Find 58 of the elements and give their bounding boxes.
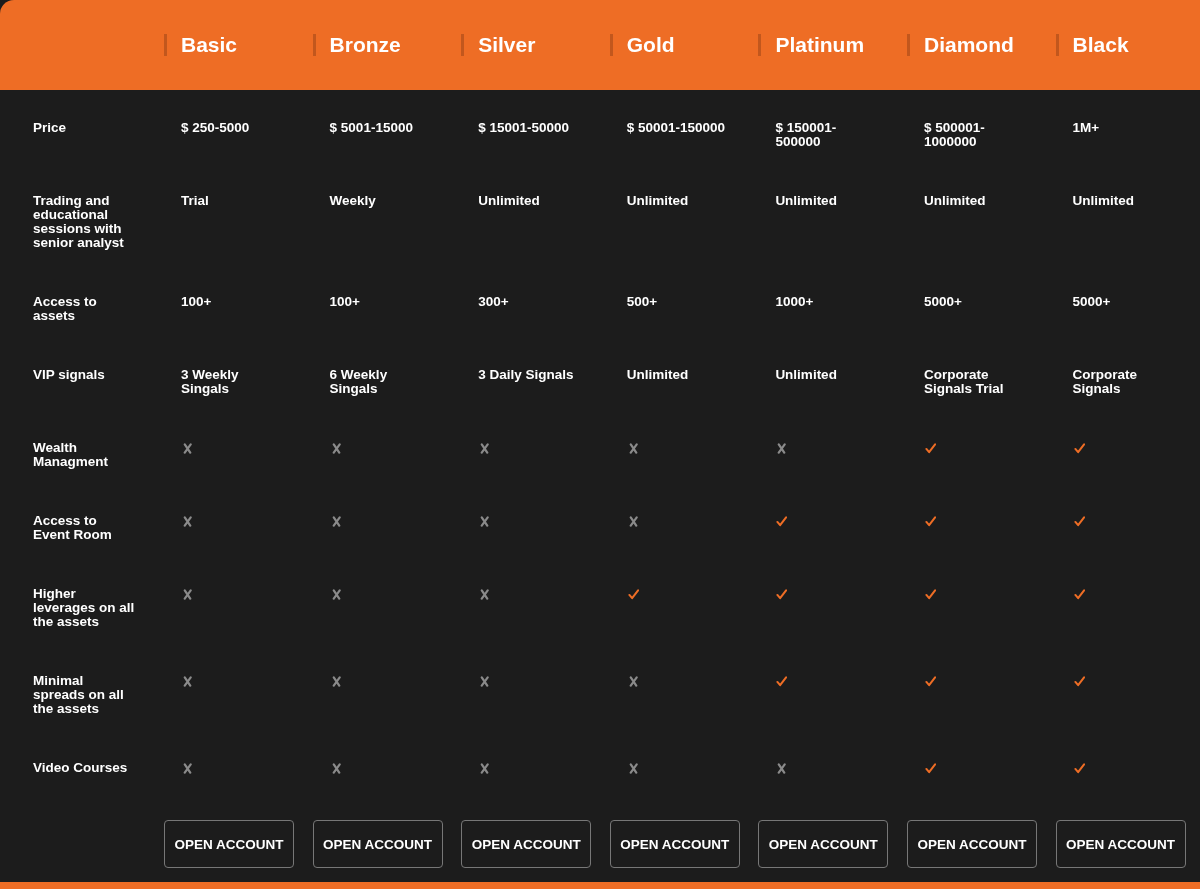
table-cell-text: 5000+	[1071, 295, 1112, 311]
table-cell-text: Unlimited	[774, 368, 838, 384]
separator	[164, 34, 167, 56]
separator	[1055, 34, 1059, 56]
table-cell-text: 3 Daily Signals	[477, 368, 575, 384]
open-account-button[interactable]: OPEN ACCOUNT	[758, 820, 889, 868]
row-label: Wealth Managment	[32, 441, 109, 471]
table-cell-text: Unlimited	[1071, 194, 1136, 210]
table-cell-text: 1M+	[1071, 121, 1101, 137]
open-account-button[interactable]: OPEN ACCOUNT	[312, 820, 443, 868]
table-cell-text: Corporate Signals	[1071, 368, 1139, 398]
table-cell-text: $ 50001-150000	[625, 121, 727, 137]
table-cell-text: Unlimited	[477, 194, 541, 210]
table-cell-text: 1000+	[774, 295, 815, 311]
separator	[461, 34, 465, 56]
plan-name: Basic	[181, 33, 238, 57]
table-cell-text: 100+	[328, 295, 361, 311]
table-cell-text: 300+	[477, 295, 510, 311]
table-cell-text: 3 Weekly Singals	[180, 368, 240, 398]
row-label: Higher leverages on all the assets	[32, 587, 136, 631]
open-account-button[interactable]: OPEN ACCOUNT	[906, 820, 1037, 868]
open-account-button[interactable]: OPEN ACCOUNT	[164, 820, 294, 868]
table-cell-text: 5000+	[922, 295, 963, 311]
plan-name: Bronze	[329, 33, 401, 57]
plan-name: Diamond	[923, 33, 1014, 57]
table-cell-text: $ 150001-500000	[774, 121, 838, 151]
table-cell-text: $ 15001-50000	[477, 121, 571, 137]
plan-name: Silver	[478, 33, 536, 57]
table-cell-text: 100+	[180, 295, 213, 311]
table-cell-text: Weekly	[328, 194, 377, 210]
table-cell-text: Unlimited	[922, 194, 987, 210]
table-cell-text: Corporate Signals Trial	[922, 368, 1005, 398]
open-account-button[interactable]: OPEN ACCOUNT	[609, 820, 740, 868]
table-cell-text: Trial	[180, 194, 210, 210]
row-label: Minimal spreads on all the assets	[32, 674, 125, 718]
table-cell-text: 500+	[625, 295, 659, 311]
table-cell-text: Unlimited	[774, 194, 838, 210]
row-label: VIP signals	[32, 368, 106, 384]
table-cell-text: $ 250-5000	[180, 121, 251, 137]
table-cell-text: Unlimited	[625, 194, 690, 210]
row-label: Trading and educational sessions with senior analyst	[32, 194, 125, 252]
table-cell-text: $ 500001-1000000	[922, 121, 986, 151]
separator	[906, 34, 910, 56]
open-account-button[interactable]: OPEN ACCOUNT	[1055, 820, 1186, 868]
table-cell-text: 6 Weekly Singals	[328, 368, 389, 398]
open-account-button[interactable]: OPEN ACCOUNT	[461, 820, 592, 868]
row-label: Price	[32, 121, 68, 137]
plan-name: Gold	[626, 33, 675, 57]
table-cell-text: Unlimited	[625, 368, 690, 384]
row-label: Access to Event Room	[32, 514, 113, 544]
separator	[609, 34, 613, 56]
plan-name: Black	[1072, 33, 1129, 57]
row-label: Access to assets	[32, 295, 98, 325]
separator	[758, 34, 762, 56]
separator	[312, 34, 316, 56]
table-cell-text: $ 5001-15000	[328, 121, 414, 137]
plan-name: Platinum	[775, 33, 865, 57]
row-label: Video Courses	[32, 761, 129, 777]
